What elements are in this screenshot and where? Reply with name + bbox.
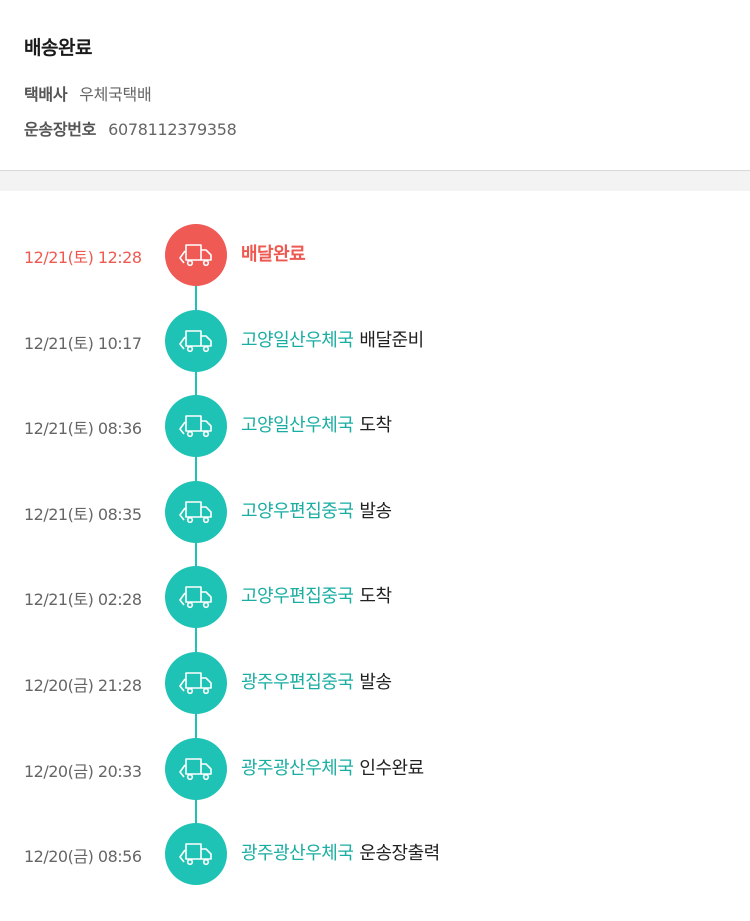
event-status: 도착: [359, 415, 392, 436]
timeline-event: 12/21(토) 12:28 배달완료: [0, 223, 750, 286]
timeline-event: 12/21(토) 10:17 고양일산우체국 배달준비: [0, 309, 750, 372]
event-description: 고양일산우체국 도착: [241, 411, 392, 437]
event-status: 배달완료: [241, 244, 306, 265]
event-status: 도착: [359, 586, 392, 607]
event-time: 12/21(토) 12:28: [24, 248, 142, 267]
delivery-truck-icon: [165, 224, 227, 286]
event-description: 광주광산우체국 인수완료: [241, 754, 424, 780]
delivery-truck-icon: [165, 566, 227, 628]
carrier-row: 택배사 우체국택배: [24, 81, 152, 105]
section-gap: [0, 171, 750, 191]
event-location: 고양일산우체국: [241, 415, 354, 436]
delivery-truck-icon: [165, 652, 227, 714]
timeline-event: 12/20(금) 20:33 광주광산우체국 인수완료: [0, 737, 750, 800]
timeline-event: 12/21(토) 02:28 고양우편집중국 도착: [0, 565, 750, 628]
event-location: 고양우편집중국: [241, 501, 354, 522]
event-location: 광주광산우체국: [241, 843, 354, 864]
event-time: 12/21(토) 08:36: [24, 419, 142, 438]
event-time: 12/21(토) 08:35: [24, 505, 142, 524]
event-time: 12/20(금) 20:33: [24, 762, 142, 781]
event-status: 발송: [359, 672, 392, 693]
event-description: 배달완료: [241, 240, 306, 266]
event-description: 광주우편집중국 발송: [241, 668, 392, 694]
timeline-event: 12/21(토) 08:36 고양일산우체국 도착: [0, 394, 750, 457]
timeline-event: 12/20(금) 08:56 광주광산우체국 운송장출력: [0, 822, 750, 885]
delivery-truck-icon: [165, 310, 227, 372]
event-time: 12/20(금) 21:28: [24, 676, 142, 695]
event-status: 발송: [359, 501, 392, 522]
tracking-label: 운송장번호: [24, 120, 97, 139]
event-description: 고양일산우체국 배달준비: [241, 326, 424, 352]
tracking-row: 운송장번호 6078112379358: [24, 116, 237, 140]
delivery-truck-icon: [165, 481, 227, 543]
timeline-event: 12/21(토) 08:35 고양우편집중국 발송: [0, 480, 750, 543]
carrier-value: 우체국택배: [79, 85, 152, 104]
event-status: 배달준비: [359, 330, 424, 351]
event-location: 고양우편집중국: [241, 586, 354, 607]
event-description: 고양우편집중국 도착: [241, 582, 392, 608]
delivery-truck-icon: [165, 738, 227, 800]
delivery-truck-icon: [165, 395, 227, 457]
event-time: 12/20(금) 08:56: [24, 847, 142, 866]
event-status: 인수완료: [359, 758, 424, 779]
delivery-truck-icon: [165, 823, 227, 885]
delivery-status-title: 배송완료: [24, 37, 92, 59]
event-time: 12/21(토) 10:17: [24, 334, 142, 353]
event-time: 12/21(토) 02:28: [24, 590, 142, 609]
event-location: 고양일산우체국: [241, 330, 354, 351]
carrier-label: 택배사: [24, 85, 68, 104]
timeline-event: 12/20(금) 21:28 광주우편집중국 발송: [0, 651, 750, 714]
event-description: 고양우편집중국 발송: [241, 497, 392, 523]
event-status: 운송장출력: [359, 843, 440, 864]
delivery-summary: 배송완료 택배사 우체국택배 운송장번호 6078112379358: [0, 0, 750, 170]
event-description: 광주광산우체국 운송장출력: [241, 839, 440, 865]
event-location: 광주광산우체국: [241, 758, 354, 779]
tracking-number: 6078112379358: [108, 120, 237, 139]
tracking-timeline: 12/21(토) 12:28 배달완료 12/21(토) 10:17 고양일산우…: [0, 191, 750, 921]
event-location: 광주우편집중국: [241, 672, 354, 693]
